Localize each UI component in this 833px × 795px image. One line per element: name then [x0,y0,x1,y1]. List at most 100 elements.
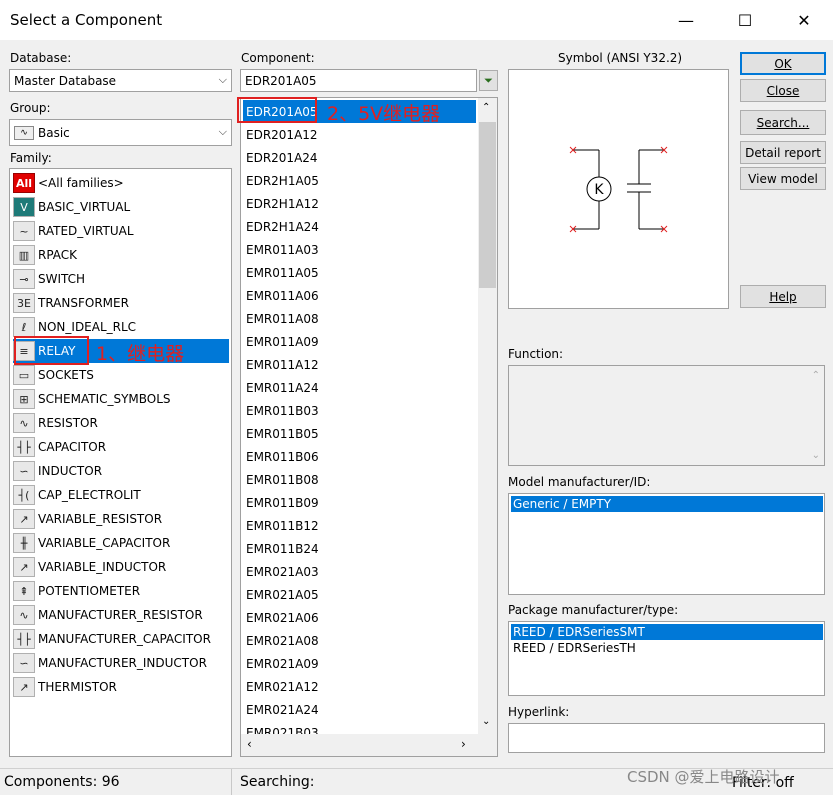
schematic-icon: ⊞ [13,389,35,409]
scroll-down-icon[interactable]: ⌄ [812,450,820,461]
list-item[interactable]: REED / EDRSeriesTH [511,640,823,656]
component-item[interactable]: EMR011B08 [243,468,476,491]
family-item[interactable]: ∿ MANUFACTURER_RESISTOR [13,603,229,627]
rpack-icon: ▥ [13,245,35,265]
component-hscrollbar[interactable]: ‹ › [241,734,497,756]
family-item[interactable]: ⊸ SWITCH [13,267,229,291]
minimize-button[interactable]: — [672,8,700,32]
component-item[interactable]: EMR011A03 [243,238,476,261]
component-item[interactable]: EMR021A03 [243,560,476,583]
group-value: Basic [38,125,70,140]
component-item[interactable]: EMR021A05 [243,583,476,606]
component-item[interactable]: EMR011B05 [243,422,476,445]
list-item[interactable]: Generic / EMPTY [511,496,823,512]
family-item[interactable]: ╫ VARIABLE_CAPACITOR [13,531,229,555]
group-label: Group: [10,101,51,115]
annotation-relay: 1、继电器 [96,343,185,365]
transformer-icon: 3E [13,293,35,313]
inductor-icon: ∽ [13,461,35,481]
search-button[interactable]: Search... [740,110,826,135]
help-button[interactable]: Help [740,285,826,308]
component-item[interactable]: EMR011B03 [243,399,476,422]
detail-report-button[interactable]: Detail report [740,141,826,164]
hyperlink-label: Hyperlink: [508,705,570,719]
scroll-right-icon[interactable]: › [461,737,466,751]
annotation-box-component [237,97,317,123]
component-list[interactable]: EMR021B03 EMR021A24 EMR021A12 EMR021A09 EMR0… [240,97,498,757]
group-select[interactable]: ∿ Basic ⌵ [9,119,232,146]
component-search-input[interactable]: EDR201A05 [240,69,477,92]
scroll-down-icon[interactable]: ⌄ [482,716,490,727]
function-textbox[interactable]: ⌃ ⌄ [508,365,825,466]
hyperlink-field[interactable] [508,723,825,753]
component-item[interactable]: EMR011B09 [243,491,476,514]
model-manufacturer-list[interactable]: Generic / EMPTY [508,493,825,595]
family-item[interactable]: ▭ SOCKETS [13,363,229,387]
component-item[interactable]: EMR011A09 [243,330,476,353]
component-item[interactable]: EMR011B06 [243,445,476,468]
family-item[interactable]: 3E TRANSFORMER [13,291,229,315]
component-item[interactable]: EMR021A09 [243,652,476,675]
family-item[interactable]: ┤├ MANUFACTURER_CAPACITOR [13,627,229,651]
annotation-box-relay [14,336,89,365]
symbol-preview: K [508,69,729,309]
ok-button[interactable]: OK [740,52,826,75]
component-item[interactable]: EMR011B24 [243,537,476,560]
family-item[interactable]: ┤(CAP_ELECTROLIT [13,483,229,507]
component-item[interactable]: EMR021A06 [243,606,476,629]
variable-inductor-icon: ↗ [13,557,35,577]
close-button[interactable]: Close [740,79,826,102]
variable-resistor-icon: ↗ [13,509,35,529]
family-item[interactable]: ∽ MANUFACTURER_INDUCTOR [13,651,229,675]
component-item[interactable]: EDR2H1A12 [243,192,476,215]
component-item[interactable]: EMR011A05 [243,261,476,284]
basic-virtual-icon: V [13,197,35,217]
database-select[interactable]: Master Database ⌵ [9,69,232,92]
family-item-label: CAPACITOR [38,440,107,454]
component-item[interactable]: EMR011A06 [243,284,476,307]
mfr-resistor-icon: ∿ [13,605,35,625]
maximize-button[interactable]: ☐ [731,8,759,32]
family-item[interactable]: ↗ VARIABLE_RESISTOR [13,507,229,531]
family-item[interactable]: ~ RATED_VIRTUAL [13,219,229,243]
component-item[interactable]: EDR201A24 [243,146,476,169]
family-item[interactable]: ┤├ CAPACITOR [13,435,229,459]
component-item[interactable]: EMR021A08 [243,629,476,652]
family-item[interactable]: ⇞ POTENTIOMETER [13,579,229,603]
relay-symbol-icon: K [569,146,668,233]
family-list[interactable]: All <All families> V BASIC_VIRTUAL ~ RATED_VI… [9,168,232,757]
rated-virtual-icon: ~ [13,221,35,241]
family-item-label: <All families> [38,176,124,190]
component-item[interactable]: EMR011B12 [243,514,476,537]
scroll-left-icon[interactable]: ‹ [247,737,252,751]
family-item-label: RESISTOR [38,416,98,430]
family-item[interactable]: All <All families> [13,171,229,195]
component-item[interactable]: EMR021A12 [243,675,476,698]
scroll-up-icon[interactable]: ⌃ [482,102,490,113]
switch-icon: ⊸ [13,269,35,289]
component-item[interactable]: EDR2H1A05 [243,169,476,192]
component-item[interactable]: EDR2H1A24 [243,215,476,238]
family-item[interactable]: ↗ THERMISTOR [13,675,229,699]
view-model-button[interactable]: View model [740,167,826,190]
component-scrollbar[interactable]: ⌃ ⌄ [478,98,497,734]
family-item[interactable]: V BASIC_VIRTUAL [13,195,229,219]
component-item[interactable]: EMR011A08 [243,307,476,330]
family-item[interactable]: ∽ INDUCTOR [13,459,229,483]
component-item[interactable]: EMR021A24 [243,698,476,721]
family-item[interactable]: ▥ RPACK [13,243,229,267]
component-item[interactable]: EDR201A12 [243,123,476,146]
family-item[interactable]: ⊞ SCHEMATIC_SYMBOLS [13,387,229,411]
window-title: Select a Component [10,11,163,29]
component-item[interactable]: EMR011A24 [243,376,476,399]
package-manufacturer-list[interactable]: REED / EDRSeriesSMT REED / EDRSeriesTH [508,621,825,696]
scroll-up-icon[interactable]: ⌃ [812,370,820,381]
family-item[interactable]: ∿ RESISTOR [13,411,229,435]
family-item[interactable]: ↗ VARIABLE_INDUCTOR [13,555,229,579]
filter-icon[interactable]: ⏷ [479,70,498,91]
list-item[interactable]: REED / EDRSeriesSMT [511,624,823,640]
function-label: Function: [508,347,564,361]
scroll-thumb[interactable] [479,122,496,288]
component-item[interactable]: EMR011A12 [243,353,476,376]
close-window-button[interactable]: ✕ [790,8,818,32]
